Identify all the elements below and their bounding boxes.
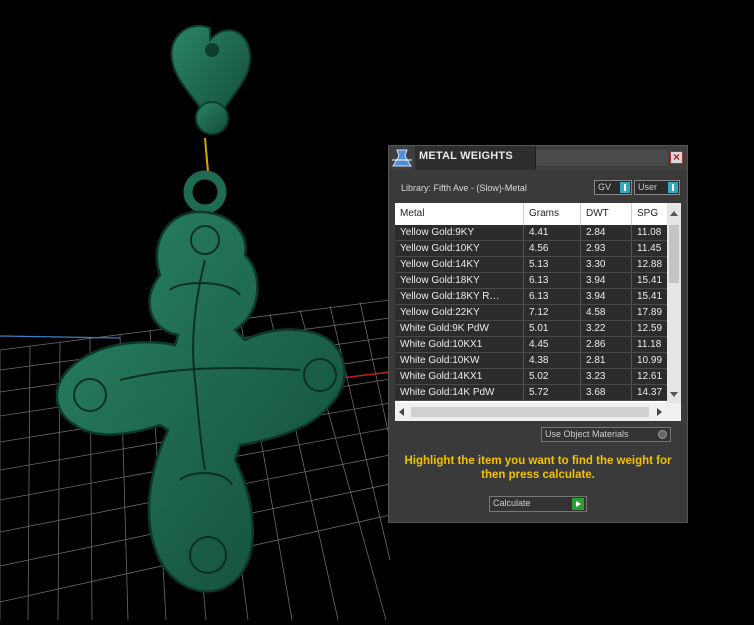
cell-metal: White Gold:10KW xyxy=(395,353,524,368)
cell-grams: 7.12 xyxy=(524,305,581,320)
calculate-button[interactable]: Calculate xyxy=(489,496,587,512)
close-icon: × xyxy=(673,150,681,164)
cell-grams: 4.38 xyxy=(524,353,581,368)
table-row[interactable]: White Gold:14K PdW 5.72 3.68 14.37 xyxy=(395,385,667,401)
vertical-scrollbar[interactable] xyxy=(667,203,681,403)
play-icon xyxy=(572,498,584,510)
cell-dwt: 3.30 xyxy=(581,257,632,272)
jump-ring xyxy=(183,170,227,214)
cell-grams: 5.02 xyxy=(524,369,581,384)
cell-metal: Yellow Gold:18KY R… xyxy=(395,289,524,304)
cell-spg: 10.99 xyxy=(637,355,663,366)
cell-dwt: 3.68 xyxy=(581,385,632,400)
cell-grams: 5.72 xyxy=(524,385,581,400)
table-row[interactable]: Yellow Gold:18KY 6.13 3.94 15.41 xyxy=(395,273,667,289)
cell-dwt: 3.23 xyxy=(581,369,632,384)
cell-dwt: 2.93 xyxy=(581,241,632,256)
flask-scale-icon xyxy=(389,146,415,170)
cell-spg: 14.37 xyxy=(637,387,663,398)
user-toggle[interactable]: User xyxy=(634,180,680,195)
cell-metal: White Gold:14KX1 xyxy=(395,369,524,384)
cell-grams: 6.13 xyxy=(524,273,581,288)
cell-spg: 15.41 xyxy=(637,275,663,286)
cell-dwt: 3.22 xyxy=(581,321,632,336)
cell-spg: 17.89 xyxy=(637,307,663,318)
table-row[interactable]: White Gold:10KX1 4.45 2.86 11.18 xyxy=(395,337,667,353)
table-row[interactable]: Yellow Gold:10KY 4.56 2.93 11.45 xyxy=(395,241,667,257)
cell-dwt: 3.94 xyxy=(581,289,632,304)
cell-spg: 12.59 xyxy=(637,323,663,334)
cell-metal: Yellow Gold:18KY xyxy=(395,273,524,288)
user-toggle-label: User xyxy=(638,182,658,192)
cell-metal: White Gold:9K PdW xyxy=(395,321,524,336)
cell-metal: White Gold:10KX1 xyxy=(395,337,524,352)
table-row[interactable]: Yellow Gold:14KY 5.13 3.30 12.88 xyxy=(395,257,667,273)
metal-table: Metal Grams DWT SPG Yellow Gold:9KY 4.41 2… xyxy=(395,203,681,421)
column-header-dwt[interactable]: DWT xyxy=(581,203,632,225)
column-header-spg[interactable]: SPG xyxy=(632,203,667,225)
cell-metal: Yellow Gold:14KY xyxy=(395,257,524,272)
titlebar-drag-area[interactable] xyxy=(536,150,668,166)
arrow-right-icon[interactable] xyxy=(657,408,662,416)
cell-spg: 11.18 xyxy=(637,339,662,350)
cell-dwt: 2.81 xyxy=(581,353,632,368)
pendant-bail[interactable] xyxy=(170,24,252,135)
cell-grams: 4.45 xyxy=(524,337,581,352)
arrow-up-icon[interactable] xyxy=(667,203,681,225)
horizontal-scrollbar[interactable] xyxy=(395,403,681,421)
panel-title-tab: METAL WEIGHTS xyxy=(415,146,536,170)
cell-metal: Yellow Gold:22KY xyxy=(395,305,524,320)
library-label: Library: Fifth Ave - (Slow)-Metal xyxy=(401,183,527,193)
close-button[interactable]: × xyxy=(670,150,683,164)
table-row[interactable]: Yellow Gold:18KY R… 6.13 3.94 15.41 xyxy=(395,289,667,305)
column-header-metal[interactable]: Metal xyxy=(395,203,524,225)
cell-dwt: 4.58 xyxy=(581,305,632,320)
cell-grams: 6.13 xyxy=(524,289,581,304)
use-object-materials-option[interactable]: Use Object Materials xyxy=(541,427,671,442)
cell-spg: 11.08 xyxy=(637,227,662,238)
cell-dwt: 2.84 xyxy=(581,225,632,240)
panel-titlebar[interactable]: METAL WEIGHTS × xyxy=(389,146,687,170)
cell-spg: 12.88 xyxy=(637,259,663,270)
cell-grams: 5.01 xyxy=(524,321,581,336)
cell-metal: White Gold:14K PdW xyxy=(395,385,524,400)
table-row[interactable]: Yellow Gold:9KY 4.41 2.84 11.08 xyxy=(395,225,667,241)
z-axis-line xyxy=(204,137,209,173)
panel-title: METAL WEIGHTS xyxy=(419,150,513,162)
cell-spg: 12.61 xyxy=(637,371,663,382)
calculate-label: Calculate xyxy=(493,498,531,508)
instruction-text: Highlight the item you want to find the … xyxy=(404,455,672,481)
radio-icon[interactable] xyxy=(658,430,667,439)
table-header: Metal Grams DWT SPG xyxy=(395,203,667,225)
gv-toggle[interactable]: GV xyxy=(594,180,632,195)
column-header-grams[interactable]: Grams xyxy=(524,203,581,225)
table-row[interactable]: White Gold:10KW 4.38 2.81 10.99 xyxy=(395,353,667,369)
table-row[interactable]: White Gold:14KX1 5.02 3.23 12.61 xyxy=(395,369,667,385)
arrow-down-icon[interactable] xyxy=(667,387,681,403)
arrow-left-icon[interactable] xyxy=(399,408,404,416)
cell-dwt: 3.94 xyxy=(581,273,632,288)
cell-spg: 11.45 xyxy=(637,243,662,254)
cell-grams: 4.56 xyxy=(524,241,581,256)
horizontal-scroll-thumb[interactable] xyxy=(411,407,649,417)
cell-metal: Yellow Gold:10KY xyxy=(395,241,524,256)
table-body: Yellow Gold:9KY 4.41 2.84 11.08 Yellow Gold:… xyxy=(395,225,667,401)
cell-spg: 15.41 xyxy=(637,291,663,302)
table-row[interactable]: White Gold:9K PdW 5.01 3.22 12.59 xyxy=(395,321,667,337)
cell-dwt: 2.86 xyxy=(581,337,632,352)
table-row[interactable]: Yellow Gold:22KY 7.12 4.58 17.89 xyxy=(395,305,667,321)
cell-metal: Yellow Gold:9KY xyxy=(395,225,524,240)
use-object-materials-label: Use Object Materials xyxy=(545,429,629,439)
cell-grams: 4.41 xyxy=(524,225,581,240)
metal-weights-panel: METAL WEIGHTS × Library: Fifth Ave - (Sl… xyxy=(388,145,688,523)
vertical-scroll-thumb[interactable] xyxy=(669,225,679,283)
toggle-knob-icon xyxy=(668,182,678,193)
gv-toggle-label: GV xyxy=(598,182,612,192)
toggle-knob-icon xyxy=(620,182,630,193)
cell-grams: 5.13 xyxy=(524,257,581,272)
